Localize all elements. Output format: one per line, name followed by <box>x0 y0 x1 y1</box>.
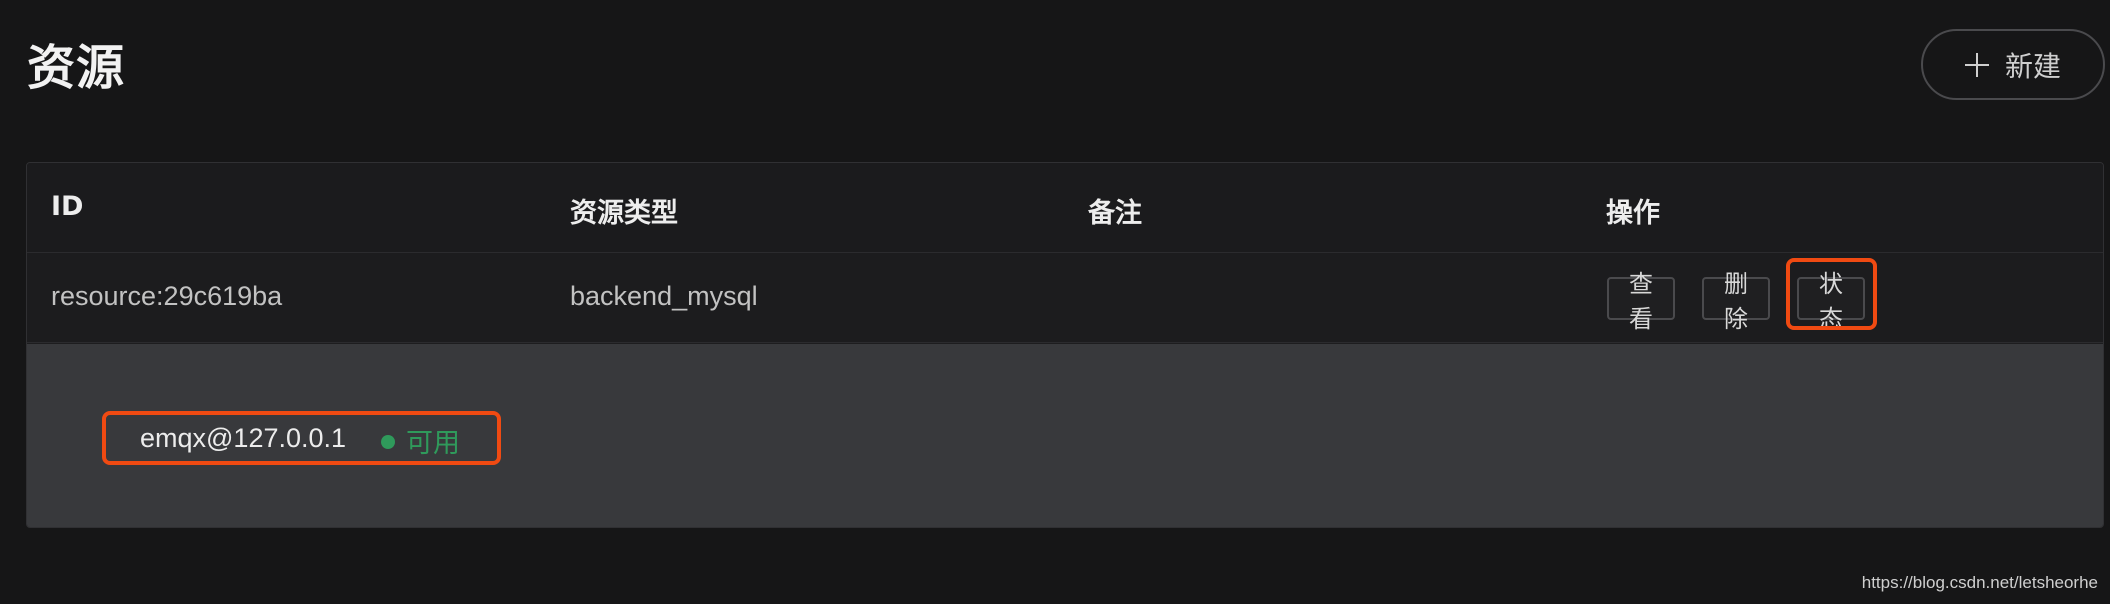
node-status-highlight: emqx@127.0.0.1 可用 <box>102 411 501 465</box>
page-title: 资源 <box>27 40 126 96</box>
column-header-actions: 操作 <box>1606 198 1660 229</box>
status-text: 可用 <box>406 428 460 459</box>
column-header-remark: 备注 <box>1088 198 1142 229</box>
resource-id-cell: resource:29c619ba <box>51 281 283 311</box>
new-resource-button[interactable]: 新建 <box>1921 29 2105 100</box>
resources-page: 资源 新建 ID 资源类型 备注 操作 resource:29c619ba ba… <box>0 0 2110 604</box>
new-button-label: 新建 <box>2004 49 2061 83</box>
status-button[interactable]: 状态 <box>1797 270 1865 333</box>
resource-type-cell: backend_mysql <box>570 281 758 311</box>
column-header-id: ID <box>51 191 84 222</box>
delete-button[interactable]: 删除 <box>1702 270 1770 333</box>
watermark: https://blog.csdn.net/letsheorhe <box>1861 573 2098 592</box>
status-dot-icon <box>381 435 395 449</box>
table-header: ID 资源类型 备注 操作 <box>27 163 2103 253</box>
resources-table: ID 资源类型 备注 操作 resource:29c619ba backend_… <box>26 162 2104 528</box>
plus-icon <box>1964 52 1989 77</box>
column-header-type: 资源类型 <box>570 198 678 229</box>
node-name: emqx@127.0.0.1 <box>140 423 347 453</box>
table-row: resource:29c619ba backend_mysql 查看 删除 状态 <box>27 253 2103 343</box>
view-button[interactable]: 查看 <box>1607 270 1675 333</box>
expanded-status-panel: emqx@127.0.0.1 可用 <box>27 344 2103 527</box>
